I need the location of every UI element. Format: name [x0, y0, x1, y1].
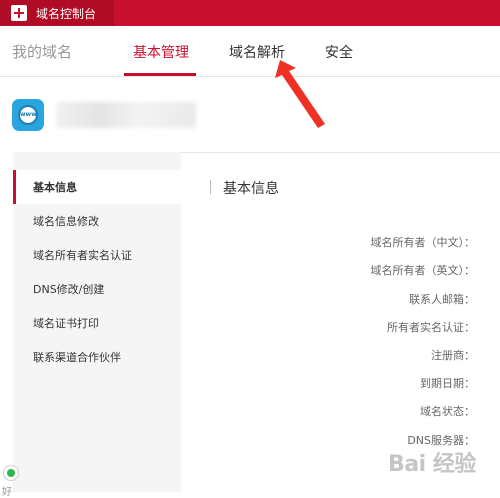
- content-top-divider: [181, 152, 500, 153]
- sidebar-item-basic-info[interactable]: 基本信息: [13, 170, 181, 204]
- sidebar-item-dns-edit[interactable]: DNS修改/创建: [13, 272, 181, 306]
- active-tab-indicator: [124, 73, 196, 76]
- domain-name-redacted: [56, 102, 196, 128]
- field-domain-status-label: 域名状态：: [420, 405, 475, 418]
- console-title: 域名控制台: [36, 6, 97, 21]
- main-nav: 我的域名 基本管理 域名解析 安全: [0, 26, 500, 77]
- baidu-watermark: Bai 经验: [388, 452, 476, 477]
- field-owner-en-label: 域名所有者（英文）：: [370, 264, 476, 277]
- field-owner-verification-label: 所有者实名认证：: [387, 321, 475, 334]
- nav-my-domains[interactable]: 我的域名: [12, 41, 72, 62]
- top-bar: 域名控制台: [0, 0, 500, 26]
- sidebar: 基本信息 域名信息修改 域名所有者实名认证 DNS修改/创建 域名证书打印 联系…: [13, 152, 181, 492]
- corner-text: 好: [2, 487, 12, 498]
- field-registrar-label: 注册商：: [431, 349, 475, 362]
- sidebar-item-channel-partners[interactable]: 联系渠道合作伙伴: [13, 340, 181, 374]
- logo-icon: [11, 5, 27, 21]
- section-title: 基本信息: [223, 181, 279, 197]
- www-globe-label: www: [18, 105, 38, 125]
- field-expiry-date-label: 到期日期：: [420, 377, 475, 390]
- field-contact-email-label: 联系人邮箱：: [409, 293, 475, 306]
- annotation-arrow-icon: [275, 60, 325, 128]
- tab-basic-management[interactable]: 基本管理: [133, 42, 189, 62]
- title-separator: [210, 180, 211, 194]
- sidebar-item-edit-domain-info[interactable]: 域名信息修改: [13, 204, 181, 238]
- field-owner-cn-label: 域名所有者（中文）：: [370, 236, 476, 249]
- console-brand[interactable]: 域名控制台: [0, 0, 114, 26]
- sidebar-item-certificate-print[interactable]: 域名证书打印: [13, 306, 181, 340]
- sidebar-item-owner-verification[interactable]: 域名所有者实名认证: [13, 238, 181, 272]
- www-icon: www: [12, 99, 44, 131]
- online-status-icon[interactable]: [3, 465, 19, 481]
